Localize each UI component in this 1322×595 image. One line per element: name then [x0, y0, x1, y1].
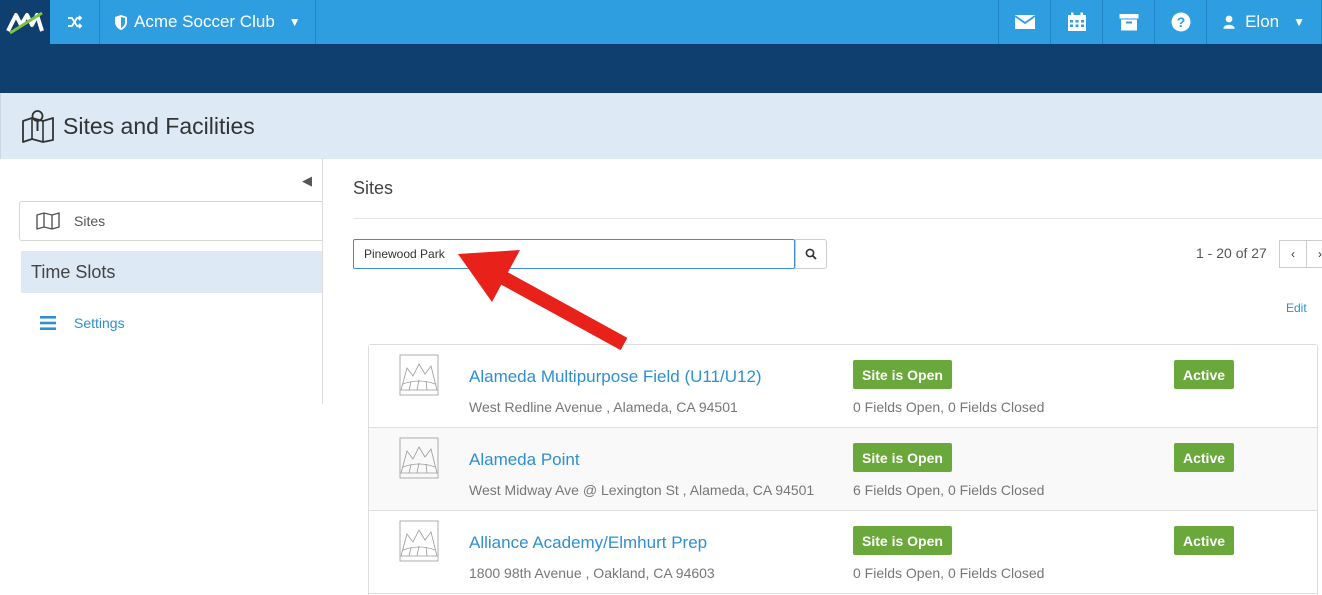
sidebar-item-settings[interactable]: Settings [40, 315, 125, 331]
active-status-badge: Active [1174, 526, 1235, 555]
active-status-badge: Active [1174, 443, 1235, 472]
collapse-sidebar-icon[interactable]: ◀ [302, 173, 312, 189]
club-switcher[interactable]: Acme Soccer Club ▼ [100, 0, 316, 44]
user-name: Elon [1245, 12, 1280, 31]
site-name-link[interactable]: Alameda Point [469, 450, 580, 470]
active-status-badge: Active [1174, 360, 1235, 389]
site-address: West Redline Avenue , Alameda, CA 94501 [469, 399, 738, 415]
site-thumbnail [399, 520, 439, 562]
user-menu[interactable]: Elon ▼ [1206, 0, 1322, 44]
chevron-right-icon: › [1318, 247, 1322, 261]
list-item: Alliance Academy/Elmhurt Prep 1800 98th … [369, 511, 1317, 594]
map-pin-icon [22, 110, 54, 143]
chevron-left-icon: ‹ [1291, 247, 1295, 261]
site-thumbnail [399, 354, 439, 396]
next-page-button[interactable]: › [1306, 240, 1322, 268]
list-icon [40, 316, 56, 330]
chevron-down-icon: ▼ [288, 15, 301, 29]
calendar-icon[interactable] [1050, 0, 1102, 44]
archive-icon[interactable] [1102, 0, 1154, 44]
sidebar: ◀ Sites Time Slots Settings [0, 159, 323, 404]
page-header: Sites and Facilities [0, 93, 1322, 159]
annotation-arrow-icon [458, 250, 628, 351]
page-title: Sites and Facilities [63, 112, 255, 139]
section-title: Sites [353, 178, 394, 198]
site-thumbnail [399, 437, 439, 479]
site-address: West Midway Ave @ Lexington St , Alameda… [469, 482, 815, 498]
help-icon[interactable]: ? [1154, 0, 1206, 44]
site-status-badge: Site is Open [853, 443, 952, 472]
site-name-link[interactable]: Alameda Multipurpose Field (U11/U12) [469, 367, 762, 387]
pagination-label: 1 - 20 of 27 [1196, 245, 1267, 261]
app-logo[interactable] [0, 0, 50, 44]
sites-list: Alameda Multipurpose Field (U11/U12) Wes… [368, 344, 1318, 595]
search-icon [805, 248, 817, 260]
logo-mark-icon [6, 11, 44, 35]
site-name-link[interactable]: Alliance Academy/Elmhurt Prep [469, 533, 707, 553]
sidebar-item-label: Time Slots [31, 261, 116, 282]
sidebar-item-label: Sites [74, 213, 106, 229]
site-status-badge: Site is Open [853, 526, 952, 555]
user-icon [1223, 15, 1235, 29]
search-button[interactable] [795, 239, 827, 269]
field-count: 6 Fields Open, 0 Fields Closed [853, 482, 1045, 498]
sidebar-item-time-slots[interactable]: Time Slots [21, 251, 322, 293]
field-count: 0 Fields Open, 0 Fields Closed [853, 565, 1045, 581]
sidebar-item-label: Settings [74, 315, 125, 331]
club-name: Acme Soccer Club [134, 12, 275, 31]
list-item: Alameda Point West Midway Ave @ Lexingto… [369, 428, 1317, 511]
divider [353, 218, 1322, 219]
shield-icon [115, 14, 127, 30]
field-count: 0 Fields Open, 0 Fields Closed [853, 399, 1045, 415]
mail-icon[interactable] [998, 0, 1050, 44]
sidebar-item-sites[interactable]: Sites [19, 201, 323, 241]
top-navbar: Acme Soccer Club ▼ ? Elon ▼ [0, 0, 1322, 44]
site-address: 1800 98th Avenue , Oakland, CA 94603 [469, 565, 715, 581]
edit-link[interactable]: Edit [1286, 301, 1307, 315]
secondary-navbar [0, 44, 1322, 93]
site-status-badge: Site is Open [853, 360, 952, 389]
svg-text:?: ? [1176, 14, 1185, 30]
prev-page-button[interactable]: ‹ [1279, 240, 1307, 268]
shuffle-icon[interactable] [50, 0, 100, 44]
map-icon [36, 212, 60, 230]
chevron-down-icon: ▼ [1293, 15, 1305, 29]
